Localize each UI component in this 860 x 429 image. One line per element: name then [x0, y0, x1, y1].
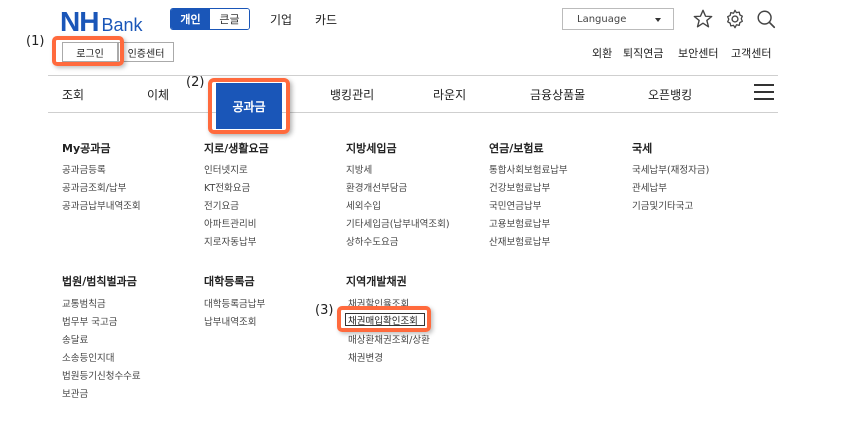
menu-link[interactable]: 송달료 — [62, 332, 88, 346]
mode-personal-button[interactable]: 개인 — [171, 9, 210, 29]
menu-link[interactable]: 매상환채권조회/상환 — [348, 332, 430, 346]
search-icon[interactable] — [755, 8, 777, 30]
nav-top-divider — [48, 75, 778, 76]
nav-bottom-divider — [48, 112, 778, 113]
menu-link[interactable]: 관세납부 — [632, 180, 667, 194]
menu-link[interactable]: 국세납부(재정자금) — [632, 162, 709, 176]
menu-link[interactable]: 납부내역조회 — [204, 314, 256, 328]
menu-link[interactable]: 인터넷지로 — [204, 162, 248, 176]
hamburger-menu-icon[interactable] — [754, 84, 774, 100]
menu-head-pension-insurance[interactable]: 연금/보험료 — [489, 140, 544, 156]
nav-open-banking[interactable]: 오픈뱅킹 — [648, 86, 692, 103]
menu-head-my-bills[interactable]: My공과금 — [62, 140, 110, 156]
star-icon[interactable] — [692, 8, 714, 30]
util-link-pension[interactable]: 퇴직연금 — [623, 45, 663, 61]
menu-link[interactable]: 통합사회보험료납부 — [489, 162, 568, 176]
menu-link[interactable]: 공과금등록 — [62, 162, 106, 176]
util-link-customer[interactable]: 고객센터 — [731, 45, 771, 61]
util-link-security[interactable]: 보안센터 — [678, 45, 718, 61]
menu-link[interactable]: 건강보험료납부 — [489, 180, 550, 194]
menu-link-bond-purchase-confirm[interactable]: 채권매입확인조회 — [348, 313, 418, 327]
nav-transfer[interactable]: 이체 — [147, 86, 169, 103]
corporate-link[interactable]: 기업 — [270, 11, 292, 28]
menu-link[interactable]: 보관금 — [62, 386, 88, 400]
mode-large-text-button[interactable]: 큰글 — [210, 9, 249, 29]
menu-link[interactable]: 법원등기신청수수료 — [62, 368, 141, 382]
nav-banking-management[interactable]: 뱅킹관리 — [330, 86, 374, 103]
menu-link[interactable]: 지로자동납부 — [204, 234, 256, 248]
language-select-label: Language — [577, 13, 627, 25]
menu-link[interactable]: 법무부 국고금 — [62, 314, 117, 328]
menu-link[interactable]: 채권변경 — [348, 350, 383, 364]
menu-link[interactable]: 국민연금납부 — [489, 198, 541, 212]
cert-center-button[interactable]: 인증센터 — [118, 42, 174, 62]
gear-icon[interactable] — [724, 8, 746, 30]
menu-link[interactable]: 교통범칙금 — [62, 296, 106, 310]
menu-head-regional-bonds[interactable]: 지역개발채권 — [346, 273, 407, 289]
menu-link[interactable]: 대학등록금납부 — [204, 296, 265, 310]
logo-bank-text: Bank — [101, 15, 143, 35]
menu-head-giro[interactable]: 지로/생활요금 — [204, 140, 269, 156]
menu-link[interactable]: 기금및기타국고 — [632, 198, 693, 212]
logo-nh-text: NH — [60, 6, 99, 37]
menu-head-local-tax[interactable]: 지방세입금 — [346, 140, 397, 156]
language-select[interactable]: Language — [562, 8, 674, 30]
menu-link[interactable]: 지방세 — [346, 162, 372, 176]
menu-link[interactable]: 환경개선부담금 — [346, 180, 407, 194]
menu-link[interactable]: KT전화요금 — [204, 180, 250, 194]
nav-utility-bills[interactable]: 공과금 — [216, 83, 282, 129]
annotation-1: (1) — [26, 34, 45, 49]
menu-link[interactable]: 공과금납부내역조회 — [62, 198, 141, 212]
menu-link[interactable]: 전기요금 — [204, 198, 239, 212]
menu-link[interactable]: 소송등인지대 — [62, 350, 114, 364]
annotation-2: (2) — [186, 75, 205, 90]
menu-link[interactable]: 산재보험료납부 — [489, 234, 550, 248]
menu-link[interactable]: 기타세입금(납부내역조회) — [346, 216, 450, 230]
menu-link[interactable]: 아파트관리비 — [204, 216, 256, 230]
mode-toggle: 개인 큰글 — [170, 8, 250, 30]
menu-head-national-tax[interactable]: 국세 — [632, 140, 652, 156]
nav-inquiry[interactable]: 조회 — [62, 86, 84, 103]
menu-link[interactable]: 상하수도요금 — [346, 234, 398, 248]
menu-head-court-fines[interactable]: 법원/범칙벌과금 — [62, 273, 137, 289]
nh-bank-logo[interactable]: NH Bank — [60, 6, 142, 38]
util-link-forex[interactable]: 외환 — [592, 45, 612, 61]
annotation-1-highlight — [52, 36, 124, 66]
menu-head-tuition[interactable]: 대학등록금 — [204, 273, 255, 289]
menu-link[interactable]: 고용보험료납부 — [489, 216, 550, 230]
nav-financial-products[interactable]: 금융상품몰 — [530, 86, 585, 103]
menu-link[interactable]: 공과금조회/납부 — [62, 180, 126, 194]
menu-link[interactable]: 세외수입 — [346, 198, 381, 212]
chevron-down-icon — [655, 18, 661, 22]
annotation-3: (3) — [315, 303, 334, 318]
nav-lounge[interactable]: 라운지 — [433, 86, 466, 103]
card-link[interactable]: 카드 — [315, 11, 337, 28]
